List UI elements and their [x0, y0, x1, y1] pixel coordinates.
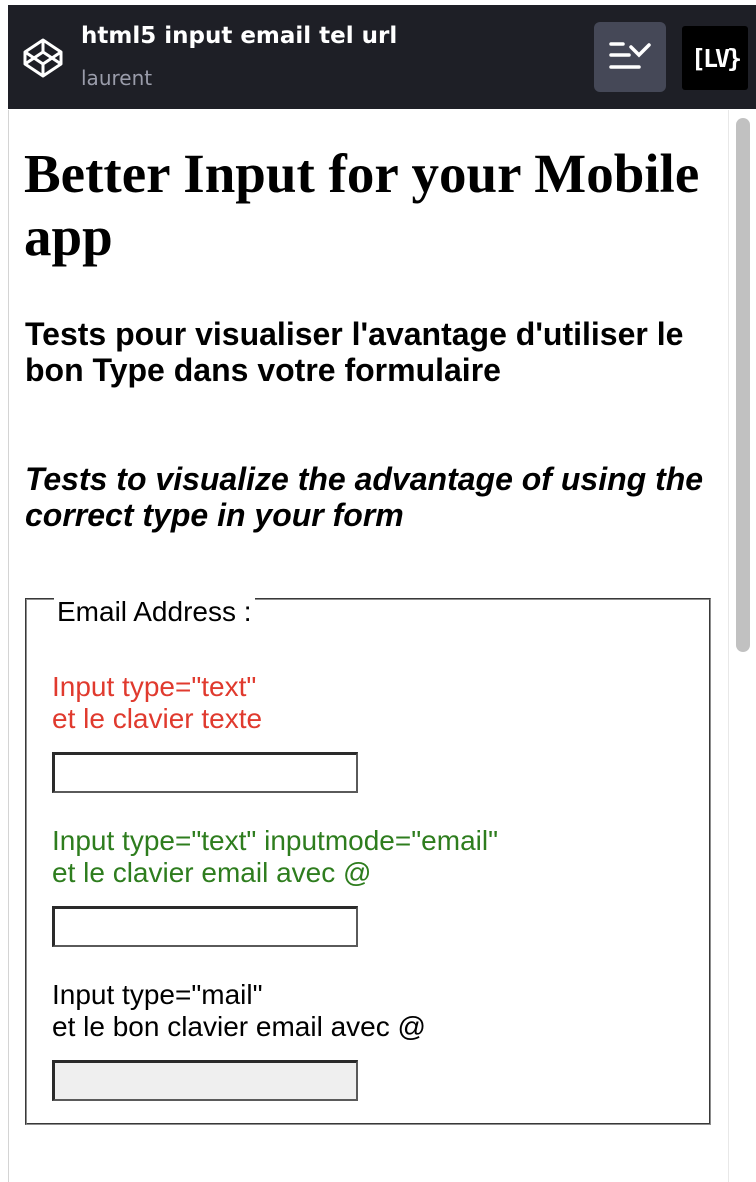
field-2-label-line1: Input type="text" inputmode="email"	[52, 825, 499, 856]
field-1-label-line1: Input type="text"	[52, 671, 257, 702]
fieldset-legend: Email Address :	[54, 595, 255, 629]
field-1-label-line2: et le clavier texte	[52, 703, 263, 734]
email-text-input[interactable]	[52, 752, 358, 793]
codepen-cube-icon[interactable]	[20, 35, 66, 81]
pen-title[interactable]: html5 input email tel url	[81, 23, 397, 49]
pen-author[interactable]: laurent	[81, 66, 152, 90]
field-3-label-line2: et le bon clavier email avec @	[52, 1011, 426, 1042]
change-view-button[interactable]	[594, 22, 666, 92]
scrollbar-thumb[interactable]	[736, 118, 750, 652]
change-view-icon	[609, 42, 651, 69]
field-2-label-line2: et le clavier email avec @	[52, 857, 372, 888]
subtitle-french: Tests pour visualiser l'avantage d'utili…	[25, 316, 684, 388]
email-inputmode-input[interactable]	[52, 906, 358, 947]
user-badge[interactable]: [LV}	[682, 26, 748, 90]
email-mail-input[interactable]	[52, 1060, 358, 1101]
field-3-label-line1: Input type="mail"	[52, 979, 263, 1010]
header-bar: html5 input email tel url laurent [LV}	[8, 5, 756, 109]
page-title: Better Input for your Mobile app	[24, 143, 700, 267]
codepen-header: html5 input email tel url laurent [LV}	[0, 0, 756, 110]
subtitle-english: Tests to visualize the advantage of usin…	[25, 461, 704, 533]
